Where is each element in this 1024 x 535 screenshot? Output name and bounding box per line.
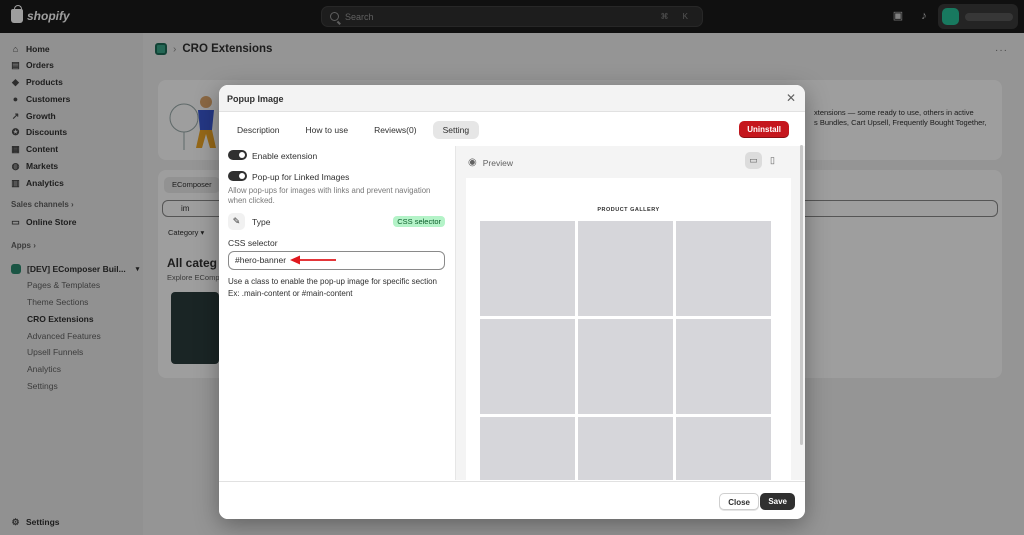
gallery-image[interactable] xyxy=(480,221,575,316)
linked-images-label: Pop-up for Linked Images xyxy=(252,172,350,182)
gallery-image[interactable] xyxy=(578,417,673,480)
gallery-image[interactable] xyxy=(676,319,771,414)
tab-reviews[interactable]: Reviews(0) xyxy=(364,121,427,139)
css-selector-label: CSS selector xyxy=(228,238,278,248)
linked-images-toggle[interactable] xyxy=(228,171,247,181)
gallery-image[interactable] xyxy=(578,319,673,414)
device-toggle: ▭ ▯ xyxy=(745,152,781,169)
preview-label: Preview xyxy=(482,157,513,168)
gallery-image[interactable] xyxy=(578,221,673,316)
gallery-image[interactable] xyxy=(676,221,771,316)
modal-title: Popup Image xyxy=(227,94,284,104)
linked-images-help: Allow pop-ups for images with links and … xyxy=(228,186,431,205)
gallery-grid xyxy=(480,221,771,480)
enable-extension-label: Enable extension xyxy=(252,151,318,161)
modal-scrollbar[interactable] xyxy=(800,145,803,445)
type-badge: CSS selector xyxy=(393,216,445,227)
modal-header: Popup Image ✕ xyxy=(219,85,805,112)
gallery-image[interactable] xyxy=(676,417,771,480)
preview-panel: ◉ Preview ▭ ▯ PRODUCT GALLERY xyxy=(455,146,805,480)
desktop-icon[interactable]: ▭ xyxy=(745,152,762,169)
css-help-example: Ex: .main-content or #main-content xyxy=(228,288,353,298)
preview-canvas: PRODUCT GALLERY xyxy=(466,178,791,480)
tab-how-to-use[interactable]: How to use xyxy=(296,121,359,139)
uninstall-button[interactable]: Uninstall xyxy=(739,121,789,138)
css-selector-panel: ✎ Type CSS selector CSS selector #hero-b… xyxy=(220,205,451,316)
mobile-icon[interactable]: ▯ xyxy=(764,152,781,169)
gallery-image[interactable] xyxy=(480,319,575,414)
close-icon[interactable]: ✕ xyxy=(786,91,796,105)
tab-description[interactable]: Description xyxy=(227,121,290,139)
css-selector-value: #hero-banner xyxy=(235,255,287,265)
modal-footer: Close Save xyxy=(219,481,805,519)
pencil-icon: ✎ xyxy=(228,213,245,230)
modal-tabs: Description How to use Reviews(0) Settin… xyxy=(227,121,480,139)
gallery-title: PRODUCT GALLERY xyxy=(597,207,660,213)
eye-icon: ◉ xyxy=(468,157,477,168)
gallery-image[interactable] xyxy=(480,417,575,480)
type-label: Type xyxy=(252,217,271,227)
preview-header: ◉ Preview xyxy=(468,157,513,168)
save-button[interactable]: Save xyxy=(760,493,795,510)
css-help-line: Use a class to enable the pop-up image f… xyxy=(228,277,438,286)
enable-extension-toggle[interactable] xyxy=(228,150,247,160)
css-selector-help: Use a class to enable the pop-up image f… xyxy=(228,276,443,299)
red-arrow-annotation xyxy=(290,255,336,265)
tab-setting[interactable]: Setting xyxy=(432,121,480,139)
close-button[interactable]: Close xyxy=(719,493,759,510)
